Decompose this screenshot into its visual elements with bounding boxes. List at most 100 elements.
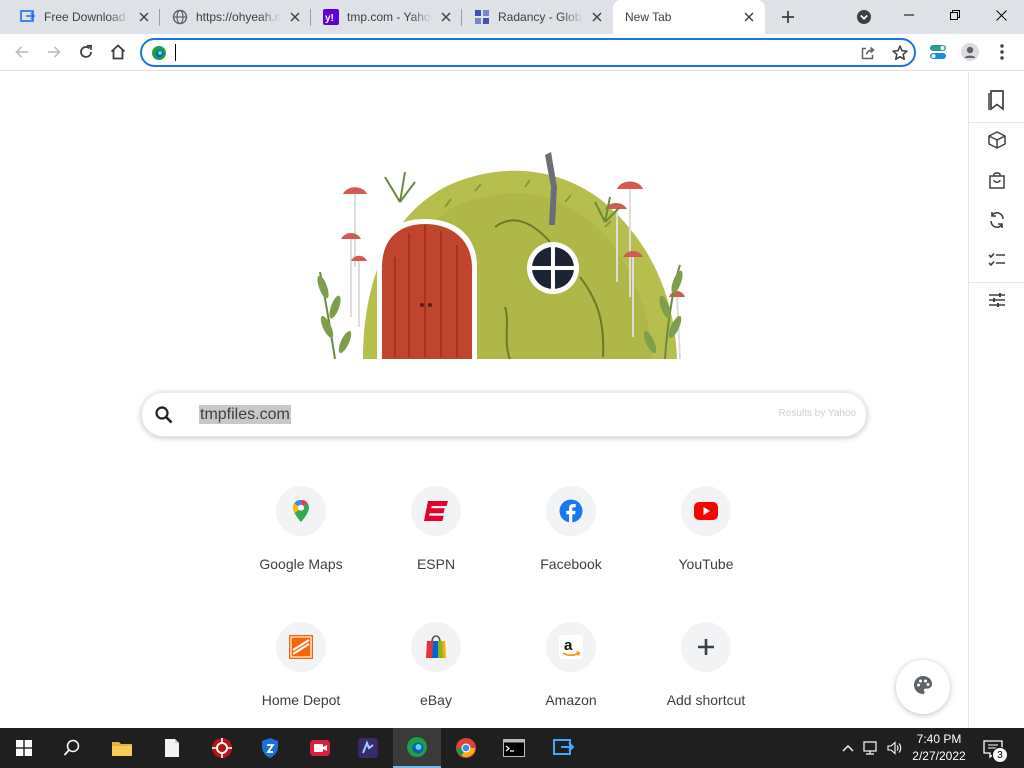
new-tab-page: tmpfiles.com Results by Yahoo Google Map… — [0, 72, 968, 728]
yahoo-icon: y! — [323, 9, 339, 25]
close-window-button[interactable] — [978, 0, 1024, 30]
shortcut-add[interactable]: Add shortcut — [650, 622, 762, 728]
chrome-icon[interactable] — [442, 728, 490, 768]
results-attribution: Results by Yahoo — [778, 408, 856, 419]
bookmark-star-icon[interactable] — [891, 44, 909, 62]
youtube-icon — [681, 486, 731, 536]
share-icon[interactable] — [859, 44, 877, 62]
radancy-icon — [474, 9, 490, 25]
tab-new-tab[interactable]: New Tab — [613, 0, 765, 34]
google-maps-icon — [276, 486, 326, 536]
tab-title: Radancy - Global — [498, 10, 583, 24]
sliders-icon[interactable] — [986, 289, 1008, 311]
shortcut-label: eBay — [420, 692, 452, 708]
search-icon — [154, 405, 174, 425]
tab-title: Free Download Manager — [44, 10, 130, 24]
palette-icon — [912, 674, 934, 701]
globe-icon — [172, 9, 188, 25]
terminal-icon[interactable] — [490, 728, 538, 768]
home-depot-icon — [276, 622, 326, 672]
close-icon[interactable] — [741, 9, 757, 25]
search-taskbar-icon[interactable] — [48, 728, 96, 768]
search-box[interactable]: tmpfiles.com Results by Yahoo — [141, 392, 867, 437]
shortcut-label: Amazon — [545, 692, 597, 708]
shortcut-youtube[interactable]: YouTube — [650, 486, 762, 598]
shortcut-facebook[interactable]: Facebook — [515, 486, 627, 598]
hobbit-house-illustration — [305, 147, 705, 362]
toolbar — [0, 34, 1024, 71]
home-button[interactable] — [106, 40, 130, 64]
shortcut-label: Facebook — [540, 556, 602, 572]
screen-recorder-icon[interactable] — [296, 728, 344, 768]
svg-text:a: a — [564, 637, 573, 654]
edge-icon — [151, 45, 167, 61]
tab-title: New Tab — [625, 10, 672, 24]
side-panel — [968, 72, 1024, 728]
tab-strip: Free Download Manager https://ohyeah.med… — [0, 0, 1024, 34]
app-purple-icon[interactable] — [344, 728, 392, 768]
minimize-button[interactable] — [886, 0, 932, 30]
address-input[interactable] — [174, 43, 844, 62]
address-bar[interactable] — [140, 38, 916, 67]
amazon-icon: a — [546, 622, 596, 672]
divider — [969, 282, 1024, 283]
start-button[interactable] — [0, 728, 48, 768]
plus-icon — [681, 622, 731, 672]
shortcut-label: Google Maps — [259, 556, 343, 572]
close-icon[interactable] — [287, 9, 303, 25]
shortcut-amazon[interactable]: a Amazon — [515, 622, 627, 728]
reload-button[interactable] — [74, 40, 98, 64]
espn-icon — [411, 486, 461, 536]
checklist-icon[interactable] — [986, 249, 1008, 271]
network-icon[interactable] — [862, 740, 878, 756]
tab-yahoo[interactable]: y! tmp.com - Yahoo — [311, 0, 462, 34]
shortcut-espn[interactable]: ESPN — [380, 486, 492, 598]
shield-icon[interactable] — [246, 728, 294, 768]
file-explorer-icon[interactable] — [98, 728, 146, 768]
shortcut-google-maps[interactable]: Google Maps — [245, 486, 357, 598]
shortcut-home-depot[interactable]: Home Depot — [245, 622, 357, 728]
divider — [969, 122, 1024, 123]
svg-text:y!: y! — [325, 13, 334, 24]
bookmark-icon[interactable] — [986, 89, 1008, 111]
close-icon[interactable] — [136, 9, 152, 25]
notification-count-badge: 3 — [992, 747, 1008, 763]
clock-time: 7:40 PM — [916, 732, 962, 746]
cube-icon[interactable] — [986, 129, 1008, 151]
tab-title: tmp.com - Yahoo — [347, 10, 432, 24]
shortcut-ebay[interactable]: eBay — [380, 622, 492, 728]
tab-radancy[interactable]: Radancy - Global — [462, 0, 613, 34]
shortcut-label: ESPN — [416, 556, 456, 572]
shortcut-label: Add shortcut — [666, 692, 746, 708]
tab-title: https://ohyeah.media — [196, 10, 281, 24]
search-query-text[interactable]: tmpfiles.com — [199, 405, 291, 424]
close-icon[interactable] — [589, 9, 605, 25]
chevron-up-icon[interactable] — [840, 740, 856, 756]
tab-search-icon[interactable] — [856, 9, 872, 25]
shortcut-label: Home Depot — [261, 692, 341, 708]
fdm-taskbar-icon[interactable] — [540, 728, 588, 768]
new-tab-button[interactable] — [776, 5, 800, 29]
profile-avatar[interactable] — [958, 40, 982, 64]
app-red-icon[interactable] — [198, 728, 246, 768]
notepad-icon[interactable] — [148, 728, 196, 768]
edge-taskbar-icon[interactable] — [393, 728, 441, 768]
shopping-bag-icon[interactable] — [986, 169, 1008, 191]
windows-taskbar: 7:40 PM 2/27/2022 3 — [0, 728, 1024, 768]
forward-button[interactable] — [42, 40, 66, 64]
ebay-icon — [411, 622, 461, 672]
sync-icon[interactable] — [986, 209, 1008, 231]
menu-kebab-icon[interactable] — [990, 40, 1014, 64]
customize-button[interactable] — [896, 660, 950, 714]
text-caret — [175, 44, 176, 61]
tab-free-download-manager[interactable]: Free Download Manager — [0, 0, 160, 34]
extensions-toggle-icon[interactable] — [926, 40, 950, 64]
restore-button[interactable] — [932, 0, 978, 30]
tab-ohyeah[interactable]: https://ohyeah.media — [160, 0, 311, 34]
volume-icon[interactable] — [886, 740, 902, 756]
fdm-icon — [20, 9, 36, 25]
back-button[interactable] — [10, 40, 34, 64]
system-clock[interactable]: 7:40 PM 2/27/2022 — [904, 731, 974, 765]
close-icon[interactable] — [438, 9, 454, 25]
shortcut-label: YouTube — [678, 556, 734, 572]
